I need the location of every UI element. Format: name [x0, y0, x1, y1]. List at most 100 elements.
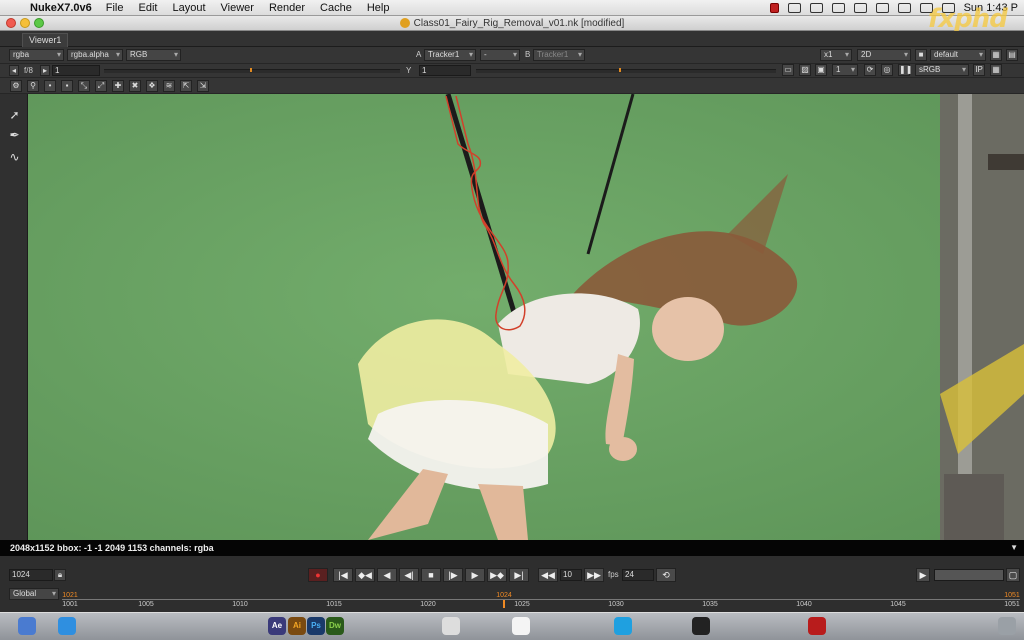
- out-point-marker[interactable]: 1051: [1004, 592, 1020, 599]
- dock-terminal[interactable]: [692, 617, 710, 635]
- gain-field[interactable]: 1: [52, 65, 100, 76]
- dock-acrobat[interactable]: [808, 617, 826, 635]
- dock-after-effects[interactable]: Ae: [268, 617, 286, 635]
- airplay-icon[interactable]: [787, 2, 801, 13]
- time-machine-icon[interactable]: [853, 2, 867, 13]
- lock-range-icon[interactable]: 🔒︎: [54, 569, 66, 581]
- rewind-step-icon[interactable]: ◀◀: [538, 568, 558, 582]
- gamma-slider[interactable]: [476, 69, 776, 73]
- forward-step-icon[interactable]: ▶▶: [584, 568, 604, 582]
- dock-trash[interactable]: [998, 617, 1016, 635]
- current-frame-field[interactable]: 1024: [9, 569, 53, 581]
- record-button[interactable]: ●: [308, 568, 328, 582]
- bluetooth-icon[interactable]: [875, 2, 889, 13]
- add-point-icon[interactable]: ✚: [112, 80, 124, 92]
- zoom-window-button[interactable]: [34, 18, 44, 28]
- in-point-marker[interactable]: 1021: [62, 592, 78, 599]
- point-icon[interactable]: •: [44, 80, 56, 92]
- bezier-pen-icon[interactable]: ✒: [7, 128, 22, 143]
- loop-icon[interactable]: ⟲: [656, 568, 676, 582]
- minimize-window-button[interactable]: [20, 18, 30, 28]
- app-menu-nukex[interactable]: NukeX7.0v6: [30, 2, 92, 14]
- viewer-settings-icon[interactable]: ▦: [990, 49, 1002, 61]
- clipping-icon[interactable]: ▨: [799, 64, 811, 76]
- timeline-scrubber[interactable]: 1021 1024 1051 1001 1005 1010 1015 1020 …: [62, 592, 1020, 610]
- alpha-channel-dropdown[interactable]: rgba.alpha: [67, 49, 123, 61]
- menu-render[interactable]: Render: [269, 2, 305, 14]
- play-forward-icon[interactable]: |▶: [443, 568, 463, 582]
- viewer-canvas[interactable]: [28, 94, 1024, 540]
- fps-field[interactable]: 24: [622, 569, 654, 581]
- timeline-settings-icon[interactable]: ▢: [1006, 568, 1020, 582]
- display-channel-dropdown[interactable]: RGB: [126, 49, 181, 61]
- proxy-dropdown[interactable]: 1: [832, 64, 858, 76]
- select-arrow-icon[interactable]: ➚: [7, 108, 22, 123]
- overlay-icon[interactable]: ▣: [815, 64, 827, 76]
- input-process-icon[interactable]: IP: [973, 64, 985, 76]
- dock-photoshop[interactable]: Ps: [307, 617, 325, 635]
- recording-icon[interactable]: [769, 2, 779, 13]
- settings-gear-icon[interactable]: ⚙: [10, 80, 22, 92]
- motion-blur-icon[interactable]: ≋: [163, 80, 175, 92]
- menu-layout[interactable]: Layout: [172, 2, 205, 14]
- smooth-icon[interactable]: ⤡: [78, 80, 90, 92]
- step-forward-icon[interactable]: ▶: [465, 568, 485, 582]
- info-bar-menu-icon[interactable]: ▼: [1010, 540, 1018, 556]
- fstop-increment-icon[interactable]: ▸: [40, 65, 50, 76]
- transform-icon[interactable]: ⇱: [180, 80, 192, 92]
- input-a-dropdown[interactable]: Tracker1: [424, 49, 476, 61]
- flipbook-icon[interactable]: ▶: [916, 568, 930, 582]
- playback-range-slider[interactable]: [934, 569, 1004, 581]
- dock-skype[interactable]: [614, 617, 632, 635]
- step-size-field[interactable]: 10: [560, 569, 582, 581]
- roi-icon[interactable]: ▭: [782, 64, 794, 76]
- remove-point-icon[interactable]: ✖: [129, 80, 141, 92]
- grid-overlay-icon[interactable]: ▦: [990, 64, 1002, 76]
- frame-cursor-label[interactable]: 1024: [496, 592, 512, 599]
- blend-mode-dropdown[interactable]: -: [480, 49, 520, 61]
- colorspace-dropdown[interactable]: sRGB: [915, 64, 969, 76]
- range-mode-dropdown[interactable]: Global: [9, 588, 59, 600]
- menu-help[interactable]: Help: [367, 2, 390, 14]
- lut-dropdown[interactable]: default: [930, 49, 986, 61]
- link-icon[interactable]: ⚲: [27, 80, 39, 92]
- cusp-icon[interactable]: ⤢: [95, 80, 107, 92]
- input-b-dropdown[interactable]: Tracker1: [533, 49, 585, 61]
- zoom-dropdown[interactable]: x1: [820, 49, 852, 61]
- refresh-icon[interactable]: ⟳: [864, 64, 876, 76]
- wifi-icon[interactable]: [897, 2, 911, 13]
- tab-viewer1[interactable]: Viewer1: [22, 33, 69, 47]
- last-frame-icon[interactable]: ▶|: [509, 568, 529, 582]
- pause-icon[interactable]: ❚❚: [898, 64, 912, 76]
- feather-icon[interactable]: ❖: [146, 80, 158, 92]
- lock-handles-icon[interactable]: ⇲: [197, 80, 209, 92]
- sync-icon[interactable]: [831, 2, 845, 13]
- select-points-icon[interactable]: ▪: [61, 80, 73, 92]
- play-backward-icon[interactable]: ◀|: [399, 568, 419, 582]
- stop-icon[interactable]: ■: [421, 568, 441, 582]
- brush-curve-icon[interactable]: ∿: [7, 150, 22, 165]
- next-keyframe-icon[interactable]: ▶◆: [487, 568, 507, 582]
- screen-icon[interactable]: [809, 2, 823, 13]
- first-frame-icon[interactable]: |◀: [333, 568, 353, 582]
- lut-icon[interactable]: ■: [915, 49, 927, 61]
- frame-cursor[interactable]: [503, 600, 505, 608]
- fstop-decrement-icon[interactable]: ◂: [9, 65, 19, 76]
- view-mode-dropdown[interactable]: 2D: [857, 49, 911, 61]
- close-window-button[interactable]: [6, 18, 16, 28]
- menu-edit[interactable]: Edit: [139, 2, 158, 14]
- dock-calendar[interactable]: [512, 617, 530, 635]
- step-back-icon[interactable]: ◀: [377, 568, 397, 582]
- menu-cache[interactable]: Cache: [320, 2, 352, 14]
- dock-finder[interactable]: [18, 617, 36, 635]
- dock-chrome[interactable]: [442, 617, 460, 635]
- gpu-icon[interactable]: ◎: [881, 64, 893, 76]
- gamma-field[interactable]: 1: [419, 65, 471, 76]
- dock-dreamweaver[interactable]: Dw: [326, 617, 344, 635]
- viewer-layout-icon[interactable]: ▤: [1006, 49, 1018, 61]
- gain-slider[interactable]: [104, 69, 400, 73]
- prev-keyframe-icon[interactable]: ◆◀: [355, 568, 375, 582]
- menu-file[interactable]: File: [106, 2, 124, 14]
- dock-illustrator[interactable]: Ai: [288, 617, 306, 635]
- menu-viewer[interactable]: Viewer: [221, 2, 254, 14]
